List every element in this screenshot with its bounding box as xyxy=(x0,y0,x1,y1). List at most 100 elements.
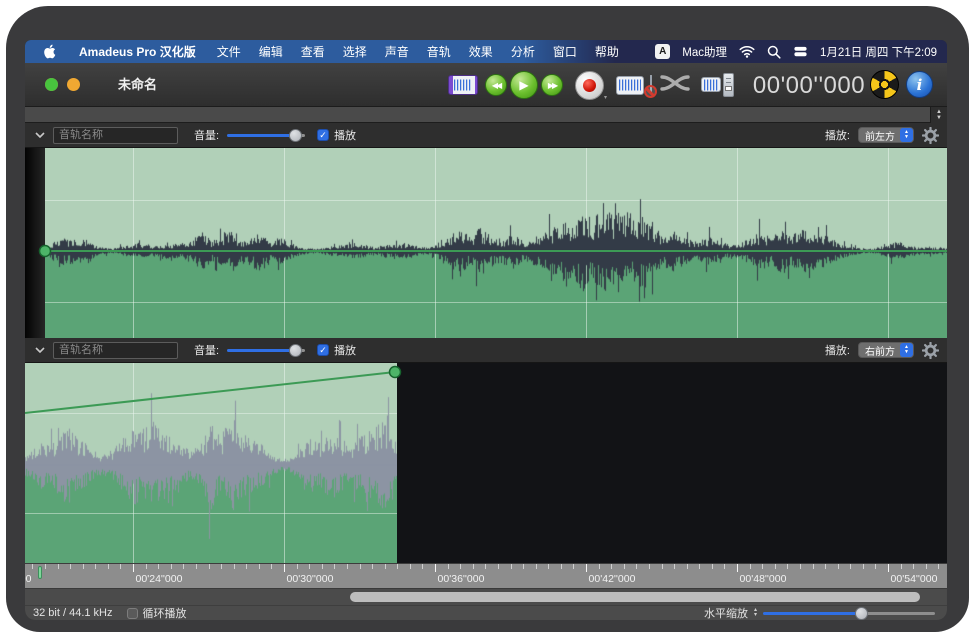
track1-output-dropdown[interactable]: 前左方▲▼ xyxy=(858,127,914,143)
track2-play-checkbox[interactable]: ✓ xyxy=(317,344,329,356)
toolbar-icons: ◀◀ ▶ ▶▶ ▾ xyxy=(448,63,734,107)
ruler-time-label: 00'24''000 xyxy=(129,573,189,585)
ruler-tick xyxy=(712,564,713,569)
ruler-time-label: 00'48''000 xyxy=(733,573,793,585)
ruler-tick xyxy=(611,564,612,569)
track1-waveform-area[interactable] xyxy=(25,148,947,338)
record-button[interactable]: ▾ xyxy=(575,71,604,100)
fast-forward-button[interactable]: ▶▶ xyxy=(541,74,563,96)
timeline-ruler[interactable]: 00'18''00000'24''00000'30''00000'36''000… xyxy=(25,563,947,589)
track2-settings-gear-icon[interactable] xyxy=(922,342,939,359)
menu-item[interactable]: 帮助 xyxy=(595,43,619,60)
track2-name-input[interactable] xyxy=(53,342,178,359)
assistant-menu-item[interactable]: Mac助理 xyxy=(682,44,727,60)
loop-playback-checkbox[interactable] xyxy=(127,608,138,619)
ruler-tick xyxy=(108,564,109,569)
track2-waveform-area[interactable] xyxy=(25,363,947,563)
scroll-arrows[interactable]: ▲▼ xyxy=(930,107,947,123)
ruler-tick xyxy=(498,564,499,569)
crossfade-icon[interactable] xyxy=(660,73,690,98)
wifi-icon[interactable] xyxy=(739,45,755,58)
track1-route-label: 播放: xyxy=(825,127,850,143)
track1-settings-gear-icon[interactable] xyxy=(922,127,939,144)
control-center-icon[interactable] xyxy=(793,44,808,59)
ruler-tick xyxy=(246,564,247,569)
track1-name-input[interactable] xyxy=(53,127,178,144)
ruler-tick xyxy=(372,564,373,569)
track-audio-region[interactable] xyxy=(45,148,947,338)
menu-item[interactable]: 分析 xyxy=(511,43,535,60)
apple-menu-icon[interactable] xyxy=(43,44,56,59)
menu-item[interactable]: 音轨 xyxy=(427,43,451,60)
scrollbar-thumb[interactable] xyxy=(350,592,920,602)
ruler-tick xyxy=(674,564,675,569)
menu-item[interactable]: 效果 xyxy=(469,43,493,60)
play-button[interactable]: ▶ xyxy=(510,71,538,99)
ruler-tick xyxy=(284,564,285,572)
menu-item[interactable]: 查看 xyxy=(301,43,325,60)
ruler-tick xyxy=(422,564,423,569)
track2-disclosure-chevron-icon[interactable] xyxy=(35,347,45,353)
info-button[interactable]: i xyxy=(906,71,933,98)
menu-item[interactable]: 选择 xyxy=(343,43,367,60)
menu-item[interactable]: 窗口 xyxy=(553,43,577,60)
dropdown-stepper-icon: ▲▼ xyxy=(900,128,913,142)
zoom-stepper-icon: ▴▾ xyxy=(754,608,757,618)
playhead-marker[interactable] xyxy=(38,566,42,579)
clear-selection-icon[interactable] xyxy=(650,76,652,94)
minimize-button[interactable] xyxy=(67,78,80,91)
spotlight-search-icon[interactable] xyxy=(767,45,781,59)
toolbar-divider-strip: ▲▼ xyxy=(25,107,947,123)
track1-disclosure-chevron-icon[interactable] xyxy=(35,132,45,138)
menu-item[interactable]: 文件 xyxy=(217,43,241,60)
track1-play-checkbox[interactable]: ✓ xyxy=(317,129,329,141)
window-title: 未命名 xyxy=(118,63,157,107)
slider-knob[interactable] xyxy=(855,607,868,620)
menubar-clock[interactable]: 1月21日 周四 下午2:09 xyxy=(820,44,937,60)
record-menu-caret: ▾ xyxy=(604,94,607,101)
zoom-controls: 水平缩放 ▴▾ xyxy=(704,605,935,620)
zoom-button[interactable] xyxy=(45,78,58,91)
track-audio-region[interactable] xyxy=(25,363,397,563)
slider-knob[interactable] xyxy=(289,344,302,357)
track1-play-label: 播放 xyxy=(334,127,356,143)
track1-volume-label: 音量: xyxy=(194,127,219,143)
ruler-tick xyxy=(875,564,876,569)
status-bar: 32 bit / 44.1 kHz 循环播放 水平缩放 ▴▾ xyxy=(25,605,947,620)
mixer-icon[interactable] xyxy=(701,73,734,97)
ruler-tick xyxy=(737,564,738,572)
ruler-tick xyxy=(485,564,486,569)
menu-item[interactable]: 声音 xyxy=(385,43,409,60)
track2-volume-label: 音量: xyxy=(194,342,219,358)
new-from-selection-icon[interactable] xyxy=(616,76,644,95)
menu-app-name[interactable]: Amadeus Pro 汉化版 xyxy=(79,43,196,60)
ruler-tick xyxy=(586,564,587,572)
horizontal-zoom-slider[interactable] xyxy=(763,606,935,621)
ruler-tick xyxy=(825,564,826,569)
menubar-status-area: A Mac助理 1月21日 周四 下午 xyxy=(655,44,937,60)
input-source-icon[interactable]: A xyxy=(655,44,670,59)
ruler-tick xyxy=(863,564,864,569)
slider-knob[interactable] xyxy=(289,129,302,142)
ruler-tick xyxy=(636,564,637,569)
radiation-icon[interactable] xyxy=(870,70,899,99)
ruler-tick xyxy=(410,564,411,569)
track1-volume-slider[interactable] xyxy=(227,128,305,142)
window-toolbar: 未命名 ◀◀ ▶ ▶▶ ▾ 00'00''000 xyxy=(25,63,947,107)
display-bezel: Amadeus Pro 汉化版 文件 编辑 查看 选择 声音 音轨 效果 分析 窗口 帮助 A M… xyxy=(6,6,969,632)
track2-volume-slider[interactable] xyxy=(227,343,305,357)
ruler-tick xyxy=(699,564,700,569)
ruler-tick xyxy=(322,564,323,569)
dropdown-stepper-icon: ▲▼ xyxy=(900,343,913,357)
menu-item[interactable]: 编辑 xyxy=(259,43,283,60)
ruler-tick xyxy=(297,564,298,569)
screen: Amadeus Pro 汉化版 文件 编辑 查看 选择 声音 音轨 效果 分析 窗口 帮助 A M… xyxy=(25,40,947,620)
track1-left-strip xyxy=(25,148,45,338)
ruler-tick xyxy=(309,564,310,569)
menu-bar: Amadeus Pro 汉化版 文件 编辑 查看 选择 声音 音轨 效果 分析 窗口 帮助 A M… xyxy=(25,40,947,63)
track2-output-dropdown[interactable]: 右前方 ▲▼ xyxy=(858,342,914,358)
rewind-button[interactable]: ◀◀ xyxy=(485,74,507,96)
horizontal-scrollbar[interactable] xyxy=(25,589,947,605)
selection-tool-icon[interactable] xyxy=(448,75,478,95)
track2-output-value: 右前方 xyxy=(865,343,895,358)
